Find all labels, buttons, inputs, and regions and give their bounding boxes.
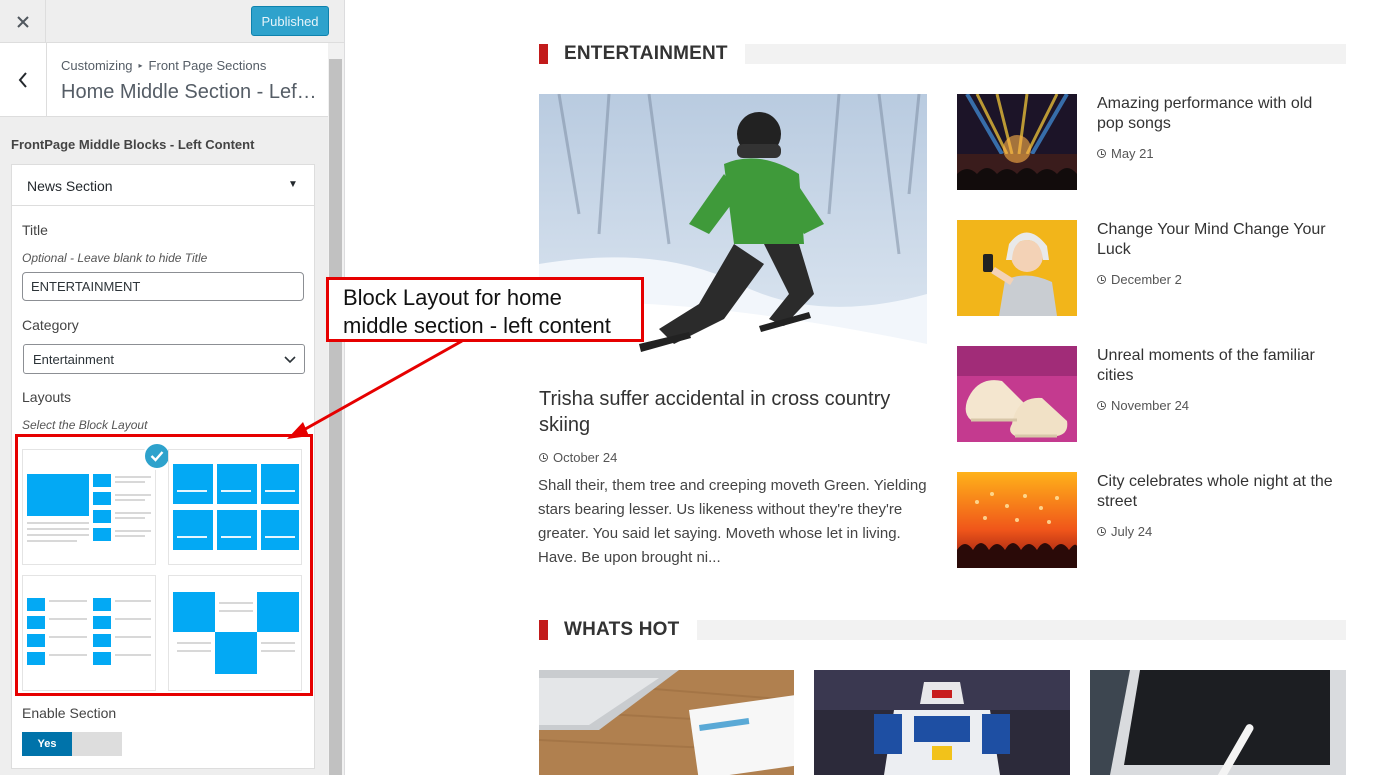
section-heading-band [745, 44, 1346, 64]
hot-post-thumbnail-1[interactable] [539, 670, 794, 775]
robot-toy-image [814, 670, 1070, 775]
title-description: Optional - Leave blank to hide Title [22, 251, 208, 265]
category-select[interactable]: Entertainment [23, 344, 305, 374]
post-meta-1: May 21 [1097, 146, 1154, 161]
block-header[interactable]: News Section ▼ [12, 165, 314, 206]
clock-icon [1097, 149, 1106, 158]
sneakers-image [957, 346, 1077, 442]
post-title-1[interactable]: Amazing performance with old pop songs [1097, 94, 1342, 134]
close-button[interactable] [0, 0, 46, 43]
tablet-pencil-image [1090, 670, 1346, 775]
post-thumbnail-1[interactable] [957, 94, 1077, 190]
enable-toggle-on: Yes [22, 732, 72, 756]
customizer-topbar: Published [0, 0, 344, 43]
annotation-line-2: middle section - left content [343, 313, 611, 338]
back-button[interactable] [0, 43, 47, 117]
clock-icon [1097, 527, 1106, 536]
laptop-desk-image [539, 670, 794, 775]
chevron-left-icon [18, 72, 27, 88]
scrollbar-thumb[interactable] [329, 59, 342, 775]
category-select-value: Entertainment [33, 352, 114, 367]
post-title-3[interactable]: Unreal moments of the familiar cities [1097, 346, 1342, 386]
section-accent-bar [539, 620, 548, 640]
festival-image [957, 472, 1077, 568]
annotation-text: Block Layout for home middle section - l… [343, 284, 611, 340]
post-thumbnail-2[interactable] [957, 220, 1077, 316]
breadcrumb-section: Front Page Sections [148, 58, 267, 73]
concert-image [957, 94, 1077, 190]
section-heading-band [697, 620, 1346, 640]
whats-hot-heading: WHATS HOT [564, 619, 680, 640]
block-header-label: News Section [27, 178, 113, 194]
panel-header: Customizing ▸ Front Page Sections Home Mid… [0, 43, 328, 117]
close-icon [16, 15, 29, 28]
post-thumbnail-4[interactable] [957, 472, 1077, 568]
featured-post-excerpt: Shall their, them tree and creeping move… [538, 477, 927, 566]
title-input[interactable]: ENTERTAINMENT [22, 272, 304, 301]
clock-icon [539, 453, 548, 462]
featured-post-title[interactable]: Trisha suffer accidental in cross countr… [539, 386, 929, 438]
post-meta-3: November 24 [1097, 398, 1189, 413]
post-date-4: July 24 [1111, 524, 1153, 539]
title-label: Title [22, 222, 48, 238]
post-date-3: November 24 [1111, 398, 1190, 413]
category-label: Category [22, 317, 79, 333]
entertainment-heading: ENTERTAINMENT [564, 43, 728, 64]
post-meta-2: December 2 [1097, 272, 1182, 287]
publish-button[interactable]: Published [251, 6, 329, 36]
breadcrumb-arrow-icon: ▸ [138, 61, 143, 70]
enable-toggle[interactable]: Yes [22, 732, 122, 756]
panel-title: Home Middle Section - Left Content [61, 81, 319, 103]
annotation-callout: Block Layout for home middle section - l… [326, 277, 644, 342]
layouts-description: Select the Block Layout [22, 418, 148, 432]
layouts-label: Layouts [22, 389, 72, 405]
enable-label: Enable Section [22, 705, 117, 721]
post-date-1: May 21 [1111, 146, 1154, 161]
clock-icon [1097, 401, 1106, 410]
annotation-layout-frame [15, 434, 313, 696]
featured-post-date: October 24 [553, 450, 618, 465]
hot-post-thumbnail-2[interactable] [814, 670, 1070, 775]
section-accent-bar [539, 44, 548, 64]
post-title-4[interactable]: City celebrates whole night at the stree… [1097, 472, 1342, 512]
breadcrumb-root: Customizing [61, 58, 133, 73]
clock-icon [1097, 275, 1106, 284]
breadcrumb: Customizing ▸ Front Page Sections [61, 58, 266, 73]
chevron-down-icon [284, 356, 296, 364]
hot-post-thumbnail-3[interactable] [1090, 670, 1346, 775]
music-girl-image [957, 220, 1077, 316]
annotation-line-1: Block Layout for home [343, 285, 562, 310]
post-title-2[interactable]: Change Your Mind Change Your Luck [1097, 220, 1342, 260]
post-date-2: December 2 [1111, 272, 1182, 287]
caret-down-icon: ▼ [288, 179, 298, 190]
post-meta-4: July 24 [1097, 524, 1152, 539]
featured-post-meta: October 24 [539, 450, 617, 465]
section-label: FrontPage Middle Blocks - Left Content [11, 137, 255, 152]
post-thumbnail-3[interactable] [957, 346, 1077, 442]
